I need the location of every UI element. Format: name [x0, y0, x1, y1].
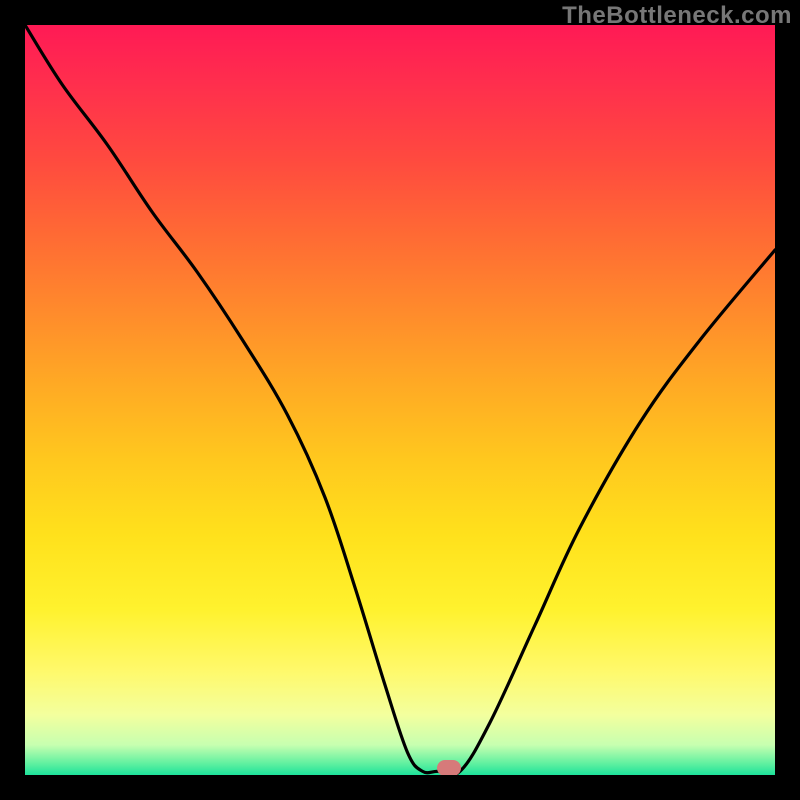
optimal-point-marker	[437, 760, 461, 776]
watermark-text: TheBottleneck.com	[562, 2, 792, 30]
plot-area	[25, 25, 775, 775]
chart-frame: TheBottleneck.com	[0, 0, 800, 800]
bottleneck-curve	[25, 25, 775, 775]
